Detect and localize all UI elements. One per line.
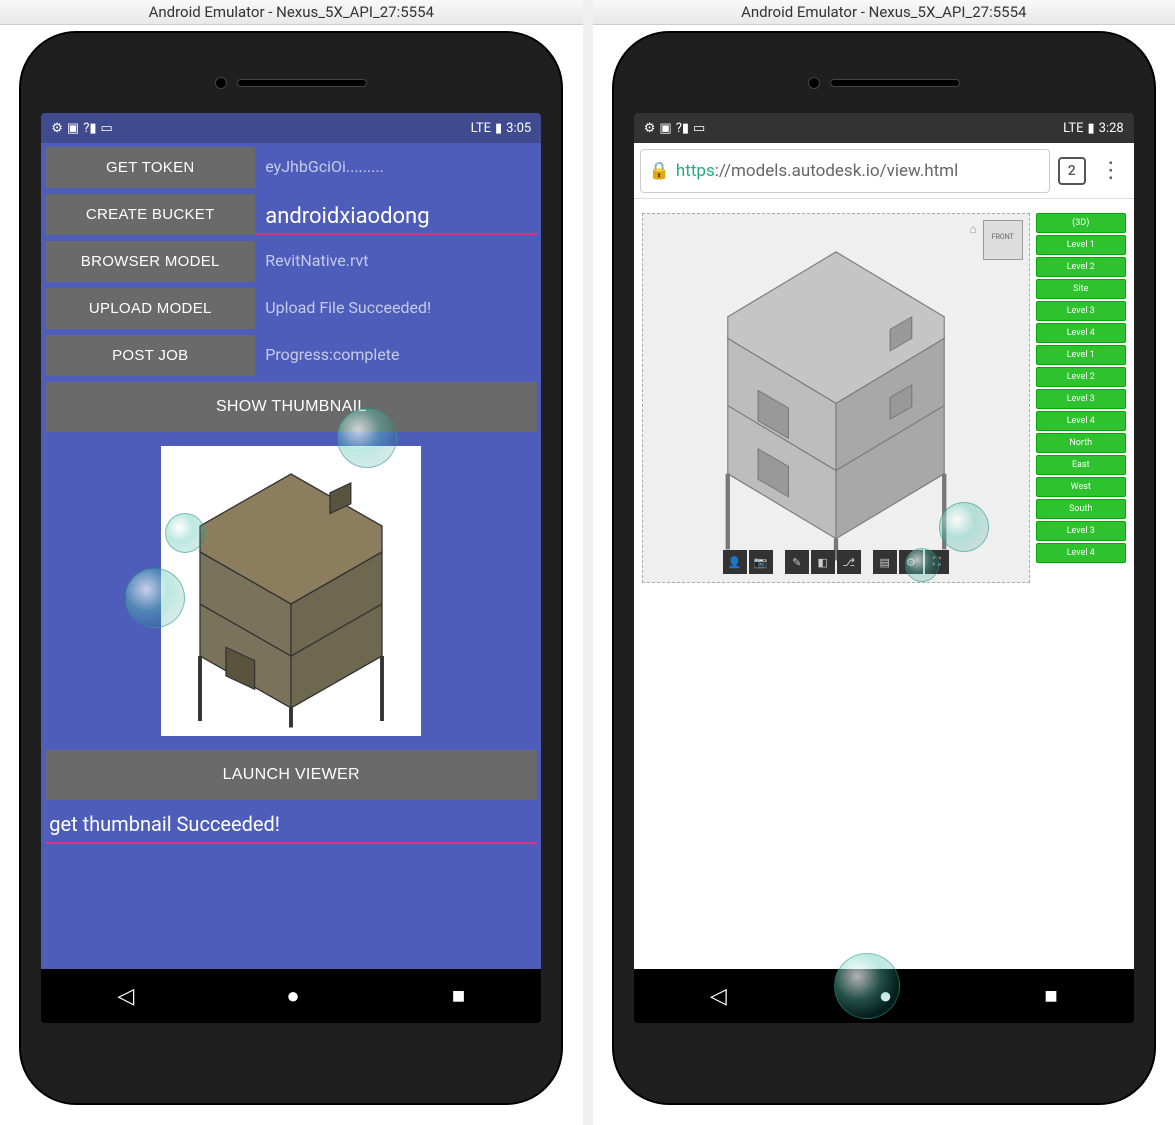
settings-icon: ⚙ bbox=[644, 121, 656, 136]
tool-settings-icon[interactable]: ⚙ bbox=[899, 550, 923, 574]
view-item[interactable]: Site bbox=[1036, 279, 1126, 299]
tab-count[interactable]: 2 bbox=[1058, 157, 1086, 185]
thumbnail-area bbox=[45, 438, 537, 744]
view-item[interactable]: Level 4 bbox=[1036, 411, 1126, 431]
status-message: get thumbnail Succeeded! bbox=[45, 806, 537, 844]
view-item[interactable]: Level 2 bbox=[1036, 257, 1126, 277]
tool-cube-icon[interactable]: ◧ bbox=[811, 550, 835, 574]
model-canvas[interactable]: ⌂ FRONT bbox=[642, 213, 1030, 583]
sd-icon: ▭ bbox=[101, 121, 113, 136]
window-title-left: Android Emulator - Nexus_5X_API_27:5554 bbox=[0, 0, 583, 25]
url-rest: ://models.autodesk.io/view.html bbox=[715, 161, 959, 181]
phone-area-left: ⚙ ▣ ?▮ ▭ LTE ▮ 3:05 GET TOKEN eyJhbGciOi… bbox=[0, 25, 583, 1125]
viewer-toolbar: 👤 📷 ✎ ◧ ⎇ ▤ ⚙ ⛶ bbox=[723, 550, 949, 574]
view-item[interactable]: South bbox=[1036, 499, 1126, 519]
view-item[interactable]: North bbox=[1036, 433, 1126, 453]
android-navbar: ◁ ● ■ bbox=[634, 969, 1134, 1023]
emulator-right: Android Emulator - Nexus_5X_API_27:5554 … bbox=[593, 0, 1175, 1125]
get-token-button[interactable]: GET TOKEN bbox=[45, 147, 255, 188]
viewer-area: ⌂ FRONT bbox=[634, 205, 1134, 969]
view-item[interactable]: West bbox=[1036, 477, 1126, 497]
speaker-icon bbox=[237, 79, 367, 87]
views-sidebar: (3D)Level 1Level 2SiteLevel 3Level 4Leve… bbox=[1036, 213, 1126, 961]
url-field[interactable]: 🔒 https://models.autodesk.io/view.html bbox=[640, 149, 1050, 193]
view-item[interactable]: (3D) bbox=[1036, 213, 1126, 233]
tool-layers-icon[interactable]: ▤ bbox=[873, 550, 897, 574]
phone-frame-left: ⚙ ▣ ?▮ ▭ LTE ▮ 3:05 GET TOKEN eyJhbGciOi… bbox=[21, 33, 561, 1103]
home-view-icon[interactable]: ⌂ bbox=[970, 222, 977, 236]
job-progress-value: Progress:complete bbox=[255, 335, 537, 376]
window-title-right: Android Emulator - Nexus_5X_API_27:5554 bbox=[593, 0, 1175, 25]
browser-model-button[interactable]: BROWSER MODEL bbox=[45, 241, 255, 282]
camera-icon bbox=[808, 77, 820, 89]
clock: 3:28 bbox=[1099, 121, 1124, 136]
url-scheme: https bbox=[676, 161, 715, 181]
home-icon[interactable]: ● bbox=[879, 983, 892, 1009]
view-item[interactable]: Level 1 bbox=[1036, 235, 1126, 255]
clock: 3:05 bbox=[506, 121, 531, 136]
view-item[interactable]: Level 2 bbox=[1036, 367, 1126, 387]
app-body-left: GET TOKEN eyJhbGciOi......... CREATE BUC… bbox=[41, 143, 541, 969]
view-item[interactable]: Level 3 bbox=[1036, 521, 1126, 541]
show-thumbnail-button[interactable]: SHOW THUMBNAIL bbox=[45, 382, 537, 432]
camera-icon bbox=[215, 77, 227, 89]
recents-icon[interactable]: ■ bbox=[452, 983, 465, 1009]
menu-icon[interactable]: ⋮ bbox=[1094, 158, 1128, 183]
lte-icon: LTE bbox=[471, 121, 491, 136]
battery-icon: ▮ bbox=[495, 121, 502, 136]
launch-viewer-button[interactable]: LAUNCH VIEWER bbox=[45, 750, 537, 800]
view-item[interactable]: Level 3 bbox=[1036, 301, 1126, 321]
viewcube-icon[interactable]: FRONT bbox=[983, 220, 1023, 260]
upload-model-button[interactable]: UPLOAD MODEL bbox=[45, 288, 255, 329]
model-file-value: RevitNative.rvt bbox=[255, 241, 537, 282]
speaker-icon bbox=[830, 79, 960, 87]
screen-right: ⚙ ▣ ?▮ ▭ LTE ▮ 3:28 🔒 ht bbox=[634, 113, 1134, 1023]
settings-icon: ⚙ bbox=[51, 121, 63, 136]
token-value: eyJhbGciOi......... bbox=[255, 147, 537, 188]
signal-icon: ?▮ bbox=[676, 121, 689, 136]
android-navbar: ◁ ● ■ bbox=[41, 969, 541, 1023]
back-icon[interactable]: ◁ bbox=[117, 984, 134, 1009]
a-icon: ▣ bbox=[659, 121, 671, 136]
tool-camera-icon[interactable]: 📷 bbox=[749, 550, 773, 574]
tool-brush-icon[interactable]: ✎ bbox=[785, 550, 809, 574]
browser-urlbar: 🔒 https://models.autodesk.io/view.html 2… bbox=[634, 143, 1134, 199]
upload-status-value: Upload File Succeeded! bbox=[255, 288, 537, 329]
home-icon[interactable]: ● bbox=[286, 983, 299, 1009]
recents-icon[interactable]: ■ bbox=[1044, 983, 1057, 1009]
lte-icon: LTE bbox=[1063, 121, 1083, 136]
battery-icon: ▮ bbox=[1088, 121, 1095, 136]
signal-icon: ?▮ bbox=[83, 121, 96, 136]
browser-body: 🔒 https://models.autodesk.io/view.html 2… bbox=[634, 143, 1134, 969]
building-model-icon bbox=[643, 214, 1029, 582]
tool-tree-icon[interactable]: ⎇ bbox=[837, 550, 861, 574]
lock-icon: 🔒 bbox=[649, 161, 670, 181]
view-item[interactable]: Level 3 bbox=[1036, 389, 1126, 409]
emulator-left: Android Emulator - Nexus_5X_API_27:5554 … bbox=[0, 0, 583, 1125]
thumbnail-image bbox=[161, 446, 421, 736]
sd-icon: ▭ bbox=[693, 121, 705, 136]
create-bucket-button[interactable]: CREATE BUCKET bbox=[45, 194, 255, 235]
bucket-input[interactable]: androidxiaodong bbox=[255, 194, 537, 235]
view-item[interactable]: Level 4 bbox=[1036, 543, 1126, 563]
tool-expand-icon[interactable]: ⛶ bbox=[925, 550, 949, 574]
post-job-button[interactable]: POST JOB bbox=[45, 335, 255, 376]
back-icon[interactable]: ◁ bbox=[710, 984, 727, 1009]
phone-area-right: ⚙ ▣ ?▮ ▭ LTE ▮ 3:28 🔒 ht bbox=[593, 25, 1175, 1125]
android-status-bar: ⚙ ▣ ?▮ ▭ LTE ▮ 3:28 bbox=[634, 113, 1134, 143]
screen-left: ⚙ ▣ ?▮ ▭ LTE ▮ 3:05 GET TOKEN eyJhbGciOi… bbox=[41, 113, 541, 1023]
view-item[interactable]: Level 4 bbox=[1036, 323, 1126, 343]
view-item[interactable]: Level 1 bbox=[1036, 345, 1126, 365]
phone-frame-right: ⚙ ▣ ?▮ ▭ LTE ▮ 3:28 🔒 ht bbox=[614, 33, 1154, 1103]
android-status-bar: ⚙ ▣ ?▮ ▭ LTE ▮ 3:05 bbox=[41, 113, 541, 143]
view-item[interactable]: East bbox=[1036, 455, 1126, 475]
tool-person-icon[interactable]: 👤 bbox=[723, 550, 747, 574]
building-icon bbox=[161, 446, 421, 736]
a-icon: ▣ bbox=[67, 121, 79, 136]
